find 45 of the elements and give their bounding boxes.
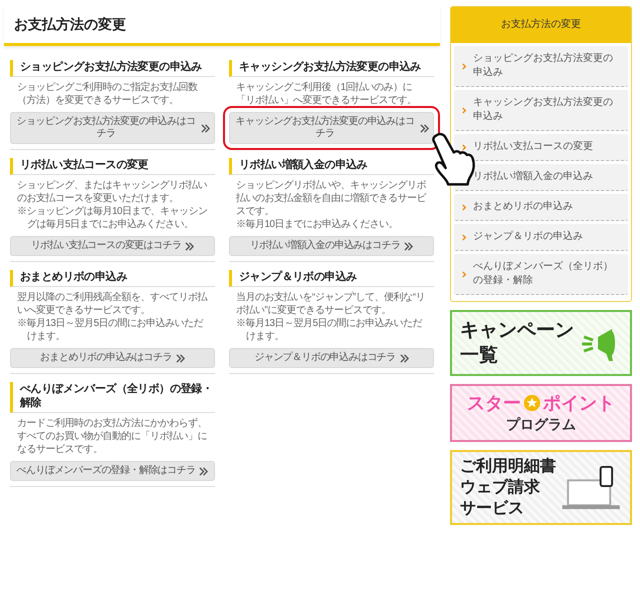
sidebar-link[interactable]: おまとめリボの申込み (454, 194, 628, 221)
card-heading: おまとめリボの申込み (10, 270, 215, 287)
card-description: カードご利用時のお支払方法にかかわらず、すべてのお買い物が自動的に「リボ払い」になるサービスです。 (16, 417, 208, 456)
banner-text: スター (467, 392, 521, 414)
web-statement-banner[interactable]: ご利用明細書 ウェブ請求 サービス (450, 450, 632, 525)
banner-text: ウェブ請求 (460, 477, 541, 498)
card-heading: キャッシングお支払方法変更の申込み (229, 60, 434, 77)
card-heading: ジャンプ＆リボの申込み (229, 270, 434, 287)
card-heading: リボ払い増額入金の申込み (229, 158, 434, 175)
card-description: ショッピング、またはキャッシングリボ払いのお支払コースを変更いただけます。 (16, 179, 208, 205)
sidebar-link[interactable]: リボ払い支払コースの変更 (454, 134, 628, 161)
card-description: ショッピングリボ払いや、キャッシングリボ払いのお支払金額を自由に増額できるサービスです。 (235, 179, 428, 218)
sidebar-link[interactable]: キャッシングお支払方法変更の申込み (454, 90, 628, 131)
banner-text: 一覧 (460, 344, 499, 368)
card-description: 当月のお支払いを“ジャンプ”して、便利な“リボ払い”に変更できるサービスです。 (235, 291, 426, 317)
page-title: お支払方法の変更 (4, 6, 440, 46)
star-point-banner[interactable]: スター ポイント プログラム (450, 384, 632, 442)
sidebar-link[interactable]: リボ払い増額入金の申込み (454, 164, 628, 191)
sidebar-link[interactable]: べんりぼメンバーズ（全リボ）の登録・解除 (454, 254, 628, 295)
card-description: キャッシングご利用後（1回払いのみ）に「リボ払い」へ変更できるサービスです。 (235, 81, 418, 107)
banner-text: サービス (460, 499, 525, 519)
banner-text: プログラム (506, 415, 576, 434)
card-heading: べんりぼメンバーズ（全リボ）の登録・解除 (10, 382, 215, 413)
sidebar-title: お支払方法の変更 (451, 7, 631, 43)
apply-button[interactable]: リボ払い増額入金の申込みはコチラ (229, 236, 434, 256)
card-note: ※ショッピングは毎月10日まで、キャッシングは毎月5日までにお申込みください。 (16, 205, 209, 231)
apply-button[interactable]: おまとめリボの申込みはコチラ (10, 348, 215, 368)
card-heading: リボ払い支払コースの変更 (10, 158, 215, 175)
card-note: ※毎月13日～翌月5日の間にお申込みいただけます。 (16, 317, 204, 343)
card-description: 翌月以降のご利用残高全額を、すべてリボ払いへ変更できるサービスです。 (16, 291, 208, 317)
sidebar-link[interactable]: ショッピングお支払方法変更の申込み (454, 46, 628, 87)
card-note: ※毎月10日までにお申込みください。 (235, 218, 400, 231)
apply-button[interactable]: ショッピングお支払方法変更の申込みはコチラ (10, 112, 215, 144)
apply-button[interactable]: キャッシングお支払方法変更の申込みはコチラ (229, 112, 434, 144)
campaign-banner[interactable]: キャンペーン 一覧 (450, 310, 632, 376)
apply-button[interactable]: リボ払い支払コースの変更はコチラ (10, 236, 215, 256)
banner-text: ご利用明細書 (460, 456, 556, 477)
apply-button[interactable]: ジャンプ＆リボの申込みはコチラ (229, 348, 434, 368)
banner-text: ポイント (543, 392, 615, 414)
apply-button[interactable]: べんりぼメンバーズの登録・解除はコチラ (10, 461, 215, 481)
sidebar-link[interactable]: ジャンプ＆リボの申込み (454, 224, 628, 251)
card-heading: ショッピングお支払方法変更の申込み (10, 60, 215, 77)
banner-text: キャンペーン (460, 319, 574, 343)
card-note: ※毎月13日～翌月5日の間にお申込みいただけます。 (235, 317, 424, 343)
card-description: ショッピングご利用時のご指定お支払回数（方法）を変更できるサービスです。 (16, 81, 198, 107)
